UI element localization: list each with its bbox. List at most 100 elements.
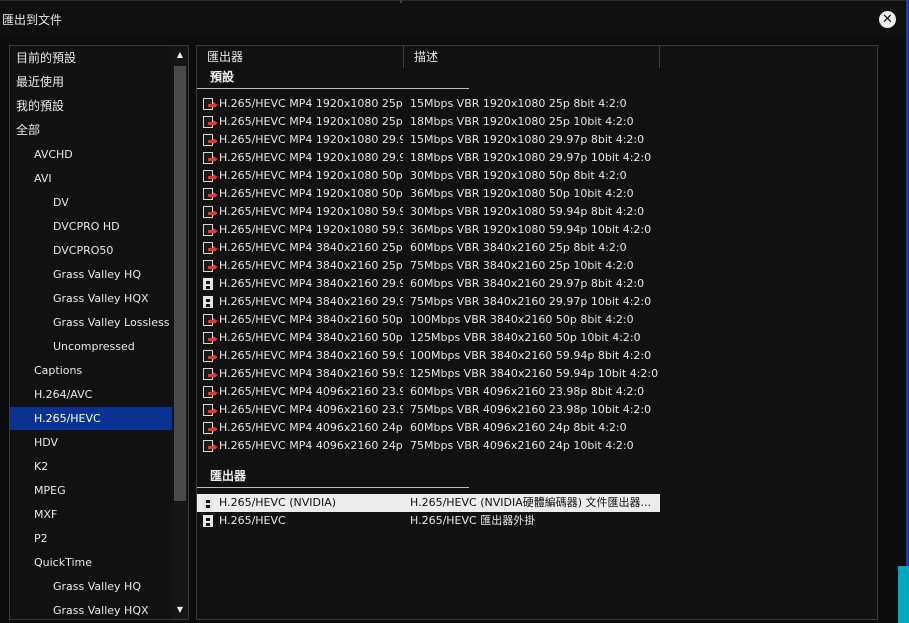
preset-file-icon xyxy=(203,224,218,236)
category-item[interactable]: DV xyxy=(10,191,172,214)
scroll-up-icon[interactable]: ▲ xyxy=(172,48,188,62)
row-name: H.265/HEVC MP4 1920x1080 25p 8bit xyxy=(219,97,403,110)
preset-row[interactable]: H.265/HEVC MP4 1920x1080 29.97... 18Mbps … xyxy=(197,149,660,167)
category-item[interactable]: Grass Valley HQ xyxy=(10,575,172,598)
exporter-row[interactable]: H.265/HEVC (NVIDIA) H.265/HEVC (NVIDIA硬體編… xyxy=(197,494,660,512)
preset-row[interactable]: H.265/HEVC MP4 3840x2160 59.94... 125Mbps… xyxy=(197,365,660,383)
row-description: H.265/HEVC 匯出器外掛 xyxy=(410,514,536,527)
preset-row[interactable]: H.265/HEVC MP4 3840x2160 59.94... 100Mbps… xyxy=(197,347,660,365)
row-name: H.265/HEVC MP4 3840x2160 29.97... xyxy=(219,295,403,308)
preset-row[interactable]: H.265/HEVC MP4 1920x1080 25p 8bit 15Mbps … xyxy=(197,95,660,113)
row-name: H.265/HEVC MP4 1920x1080 59.94... xyxy=(219,223,403,236)
category-item[interactable]: 最近使用 xyxy=(10,71,172,94)
scroll-down-icon[interactable]: ▼ xyxy=(172,603,188,617)
preset-file-icon xyxy=(203,98,218,110)
category-item[interactable]: Uncompressed xyxy=(10,335,172,358)
preset-row[interactable]: H.265/HEVC MP4 4096x2160 24p 1... 75Mbps … xyxy=(197,437,660,455)
preset-row[interactable]: H.265/HEVC MP4 3840x2160 50p 1... 125Mbps… xyxy=(197,329,660,347)
close-icon[interactable]: ✕ xyxy=(879,11,896,28)
preset-file-icon xyxy=(203,314,218,326)
exporter-row[interactable]: H.265/HEVC H.265/HEVC 匯出器外掛 xyxy=(197,512,660,530)
preset-file-icon xyxy=(203,116,218,128)
category-item[interactable]: HDV xyxy=(10,431,172,454)
row-name: H.265/HEVC MP4 3840x2160 59.94... xyxy=(219,367,403,380)
category-item[interactable]: Captions xyxy=(10,359,172,382)
row-name: H.265/HEVC MP4 1920x1080 25p 1... xyxy=(219,115,403,128)
row-name: H.265/HEVC MP4 1920x1080 50p 1... xyxy=(219,187,403,200)
category-item[interactable]: K2 xyxy=(10,455,172,478)
preset-row[interactable]: H.265/HEVC MP4 3840x2160 29.97... 75Mbps … xyxy=(197,293,660,311)
row-name: H.265/HEVC (NVIDIA) xyxy=(219,496,337,509)
preset-row[interactable]: H.265/HEVC MP4 1920x1080 50p 1... 36Mbps … xyxy=(197,185,660,203)
category-item[interactable]: DVCPRO50 xyxy=(10,239,172,262)
column-header-exporter[interactable]: 匯出器 xyxy=(197,46,404,68)
preset-row[interactable]: H.265/HEVC MP4 1920x1080 29.97... 15Mbps … xyxy=(197,131,660,149)
row-description: 15Mbps VBR 1920x1080 25p 8bit 4:2:0 xyxy=(410,97,627,110)
preset-file-icon xyxy=(203,260,218,272)
row-name: H.265/HEVC MP4 3840x2160 50p 1... xyxy=(219,331,403,344)
category-item[interactable]: H.265/HEVC xyxy=(10,407,172,430)
row-name: H.265/HEVC MP4 3840x2160 25p 8bit xyxy=(219,241,403,254)
preset-row[interactable]: H.265/HEVC MP4 1920x1080 59.94... 30Mbps … xyxy=(197,203,660,221)
preset-row[interactable]: H.265/HEVC MP4 3840x2160 25p 1... 75Mbps … xyxy=(197,257,660,275)
category-item[interactable]: MPEG xyxy=(10,479,172,502)
preset-file-icon xyxy=(203,242,218,254)
row-name: H.265/HEVC MP4 3840x2160 29.97... xyxy=(219,277,403,290)
row-description: 36Mbps VBR 1920x1080 50p 10bit 4:2:0 xyxy=(410,187,634,200)
row-name: H.265/HEVC MP4 4096x2160 23.98... xyxy=(219,403,403,416)
row-description: 75Mbps VBR 4096x2160 24p 10bit 4:2:0 xyxy=(410,439,634,452)
row-description: 36Mbps VBR 1920x1080 59.94p 10bit 4:2:0 xyxy=(410,223,652,236)
category-item[interactable]: H.264/AVC xyxy=(10,383,172,406)
preset-row[interactable]: H.265/HEVC MP4 4096x2160 23.98... 60Mbps … xyxy=(197,383,660,401)
row-description: 100Mbps VBR 3840x2160 59.94p 8bit 4:2:0 xyxy=(410,349,652,362)
category-item[interactable]: 目前的預設 xyxy=(10,47,172,70)
preset-file-icon xyxy=(203,422,218,434)
category-item[interactable]: MXF xyxy=(10,503,172,526)
column-header-description[interactable]: 描述 xyxy=(404,46,660,68)
row-name: H.265/HEVC MP4 1920x1080 29.97... xyxy=(219,133,403,146)
row-name: H.265/HEVC MP4 3840x2160 59.94... xyxy=(219,349,403,362)
category-item[interactable]: QuickTime xyxy=(10,551,172,574)
preset-file-icon xyxy=(203,368,218,380)
scroll-thumb[interactable] xyxy=(174,66,186,501)
preset-file-icon xyxy=(203,440,218,452)
preset-file-icon xyxy=(203,404,218,416)
category-item[interactable]: 我的預設 xyxy=(10,95,172,118)
preset-row[interactable]: H.265/HEVC MP4 4096x2160 24p 8bit 60Mbps … xyxy=(197,419,660,437)
preset-row[interactable]: H.265/HEVC MP4 1920x1080 59.94... 36Mbps … xyxy=(197,221,660,239)
preset-row[interactable]: H.265/HEVC MP4 3840x2160 50p 8bit 100Mbps… xyxy=(197,311,660,329)
category-item[interactable]: Grass Valley HQ xyxy=(10,263,172,286)
category-item[interactable]: Grass Valley HQX xyxy=(10,287,172,310)
category-item[interactable]: AVI xyxy=(10,167,172,190)
category-scrollbar[interactable]: ▲ ▼ xyxy=(172,46,188,619)
row-name: H.265/HEVC MP4 3840x2160 25p 1... xyxy=(219,259,403,272)
row-description: 75Mbps VBR 3840x2160 25p 10bit 4:2:0 xyxy=(410,259,634,272)
row-description: 60Mbps VBR 4096x2160 23.98p 8bit 4:2:0 xyxy=(410,385,645,398)
row-description: 30Mbps VBR 1920x1080 50p 8bit 4:2:0 xyxy=(410,169,627,182)
category-item[interactable]: Grass Valley HQX xyxy=(10,599,172,619)
preset-row[interactable]: H.265/HEVC MP4 1920x1080 25p 1... 18Mbps … xyxy=(197,113,660,131)
row-description: 60Mbps VBR 3840x2160 29.97p 8bit 4:2:0 xyxy=(410,277,645,290)
window-title: 匯出到文件 xyxy=(2,13,63,27)
category-item[interactable]: AVCHD xyxy=(10,143,172,166)
preset-row[interactable]: H.265/HEVC MP4 1920x1080 50p 8bit 30Mbps … xyxy=(197,167,660,185)
category-item[interactable]: P2 xyxy=(10,527,172,550)
background-decoration xyxy=(400,0,402,3)
preset-file-icon xyxy=(203,206,218,218)
preset-row[interactable]: H.265/HEVC MP4 4096x2160 23.98... 75Mbps … xyxy=(197,401,660,419)
row-name: H.265/HEVC MP4 4096x2160 23.98... xyxy=(219,385,403,398)
preset-row[interactable]: H.265/HEVC MP4 3840x2160 29.97... 60Mbps … xyxy=(197,275,660,293)
taskbar-edge xyxy=(898,566,909,623)
preset-row[interactable]: H.265/HEVC MP4 3840x2160 25p 8bit 60Mbps … xyxy=(197,239,660,257)
row-name: H.265/HEVC MP4 1920x1080 59.94... xyxy=(219,205,403,218)
film-strip-icon xyxy=(203,296,213,308)
preset-file-icon xyxy=(203,350,218,362)
category-item[interactable]: Grass Valley Lossless xyxy=(10,311,172,334)
row-description: 100Mbps VBR 3840x2160 50p 8bit 4:2:0 xyxy=(410,313,634,326)
row-description: 18Mbps VBR 1920x1080 25p 10bit 4:2:0 xyxy=(410,115,634,128)
row-description: 18Mbps VBR 1920x1080 29.97p 10bit 4:2:0 xyxy=(410,151,652,164)
row-description: 15Mbps VBR 1920x1080 29.97p 8bit 4:2:0 xyxy=(410,133,645,146)
category-item[interactable]: 全部 xyxy=(10,119,172,142)
row-name: H.265/HEVC xyxy=(219,514,286,527)
category-item[interactable]: DVCPRO HD xyxy=(10,215,172,238)
